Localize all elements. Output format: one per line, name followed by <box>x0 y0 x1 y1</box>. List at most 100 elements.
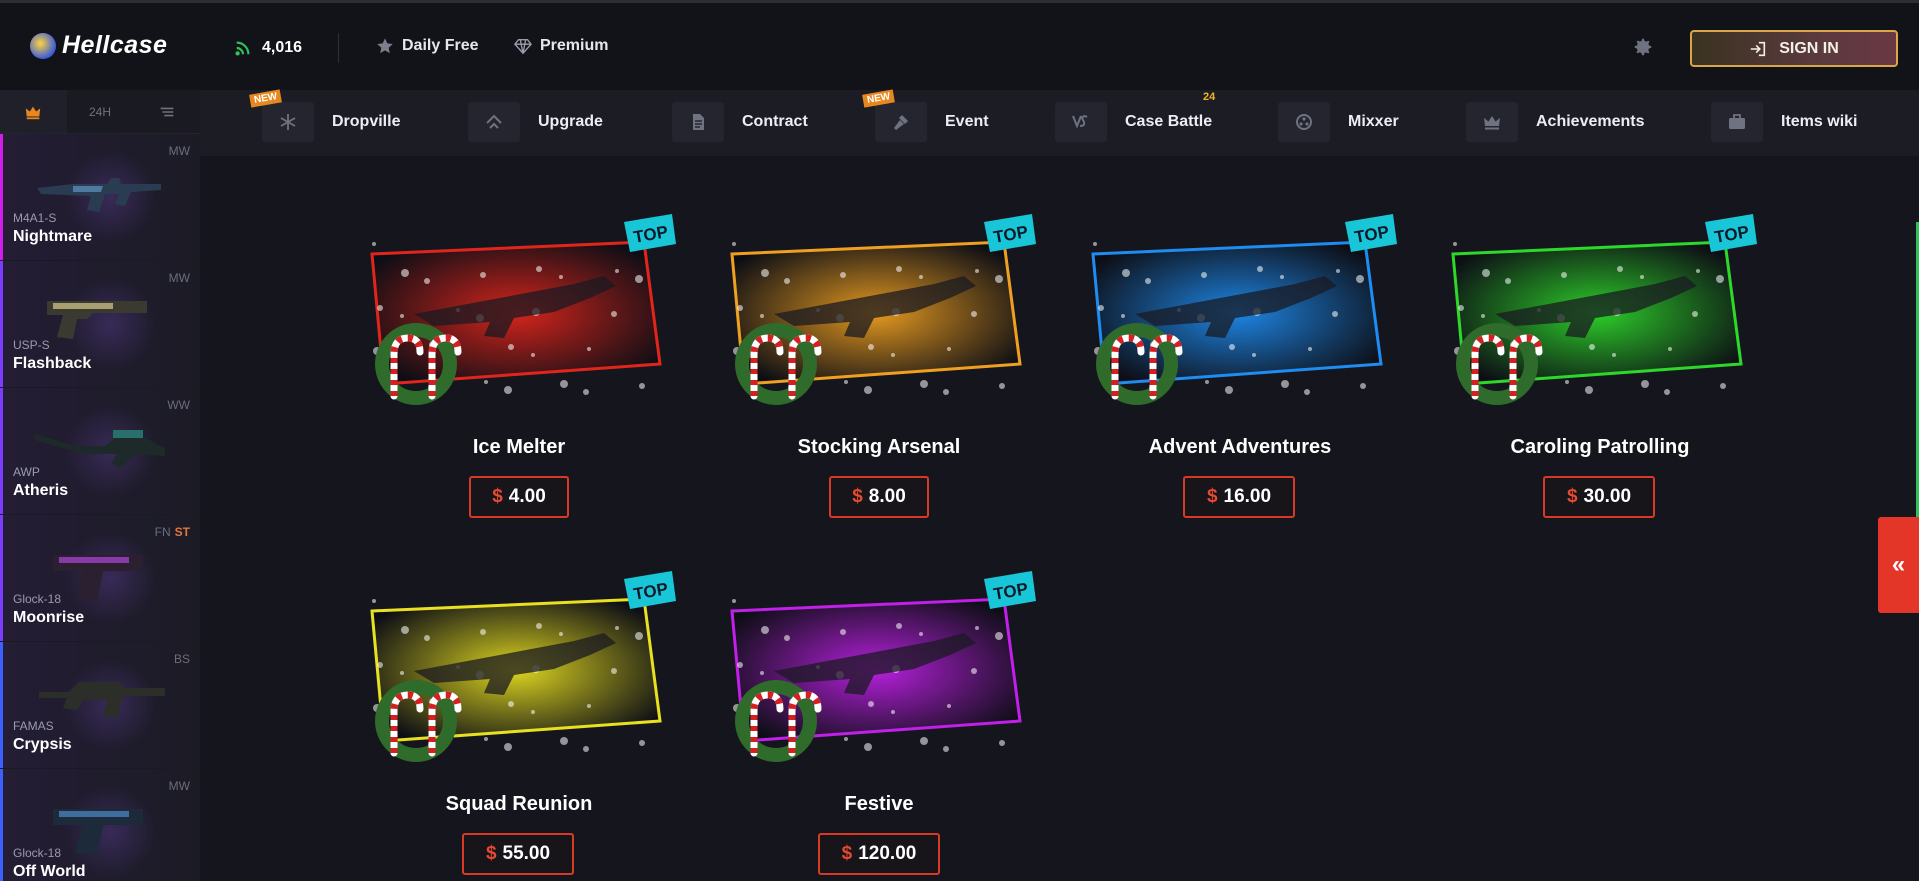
famas-weapon-image <box>39 682 165 718</box>
nav-item-achievements[interactable]: Achievements <box>1466 99 1645 145</box>
usps-weapon-image <box>47 301 147 339</box>
sparkle <box>1617 266 1623 272</box>
sparkle <box>372 242 376 246</box>
nav-icon-box <box>672 102 724 142</box>
sparkle <box>732 242 736 246</box>
currency-sign: $ <box>1206 486 1218 507</box>
nav-icon-box <box>1466 102 1518 142</box>
live-drop-item[interactable]: MW Glock-18 Off World <box>0 769 200 881</box>
hammer-icon <box>894 115 908 130</box>
case-title: Squad Reunion <box>445 793 593 815</box>
nav-label: Event <box>945 113 989 130</box>
drop-wear: MW <box>168 271 190 285</box>
case-price-button[interactable]: $8.00 <box>829 476 929 518</box>
live-drop-item[interactable]: FN ST Glock-18 Moonrise <box>0 515 200 641</box>
case-price-button[interactable]: $16.00 <box>1183 476 1295 518</box>
nav-label: Dropville <box>332 113 401 130</box>
sparkle <box>484 380 488 384</box>
case-image: TOP <box>370 214 676 405</box>
nav-label: Upgrade <box>538 113 603 130</box>
sparkle <box>1252 353 1256 357</box>
nav-item-upgrade[interactable]: Upgrade <box>468 99 603 145</box>
nav-item-items-wiki[interactable]: Items wiki <box>1711 99 1857 145</box>
drop-weapon-type: Glock-18 <box>13 592 62 606</box>
sparkle <box>999 740 1005 746</box>
live-drop-item[interactable]: WW AWP Atheris <box>0 388 200 514</box>
nav-item-event[interactable]: NEW Event <box>862 89 989 145</box>
case-card[interactable]: TOP Festive $120.00 <box>714 571 1044 881</box>
live-drop-item[interactable]: MW M4A1-S Nightmare <box>0 134 200 260</box>
price-value: 120.00 <box>858 843 917 864</box>
nav-label: Mixxer <box>1348 113 1399 130</box>
sparkle <box>891 710 895 714</box>
panel-collapse-button[interactable]: « <box>1878 517 1919 613</box>
tab-top-drops[interactable] <box>0 90 67 133</box>
sparkle <box>891 353 895 357</box>
sparkle <box>531 353 535 357</box>
gear-icon[interactable] <box>1632 36 1654 58</box>
feature-nav-bar: NEW Dropville Upgrade Contract NEW Event… <box>200 89 1919 156</box>
nav-item-mixxer[interactable]: Mixxer <box>1278 99 1399 145</box>
drop-skin-name: Crypsis <box>13 736 72 753</box>
nav-label: Items wiki <box>1781 113 1858 130</box>
nav-label: Case Battle <box>1125 113 1213 130</box>
sign-in-button[interactable]: SIGN IN <box>1690 30 1898 67</box>
sparkle <box>896 623 902 629</box>
sparkle <box>615 626 619 630</box>
case-price-button[interactable]: $120.00 <box>818 833 940 875</box>
premium-link[interactable]: Premium <box>514 37 608 55</box>
sparkle <box>1281 380 1289 388</box>
hellcase-logo[interactable]: Hellcase <box>30 31 167 60</box>
live-drop-item[interactable]: MW USP-S Flashback <box>0 261 200 387</box>
sparkle <box>536 266 542 272</box>
sparkle <box>1720 383 1726 389</box>
sparkle <box>920 737 928 745</box>
sparkle <box>919 275 923 279</box>
nav-item-case-battle[interactable]: Case Battle 24 <box>1055 91 1215 145</box>
sparkle <box>480 272 486 278</box>
sparkle <box>784 635 790 641</box>
sparkle <box>999 383 1005 389</box>
sparkle <box>1482 269 1490 277</box>
sparkle <box>1585 386 1593 394</box>
case-card[interactable]: TOP Squad Reunion $55.00 <box>354 571 684 881</box>
drop-weapon-type: FAMAS <box>13 719 54 733</box>
sparkle <box>536 623 542 629</box>
live-drops-sidebar: 24H MW M4A1-S Nightmare MW USP-S Flashba… <box>0 90 200 881</box>
currency-sign: $ <box>841 843 853 864</box>
drop-skin-name: Off World <box>13 863 86 880</box>
nav-item-contract[interactable]: Contract <box>672 99 808 145</box>
tab-24h-label: 24H <box>89 104 112 119</box>
case-price-button[interactable]: $4.00 <box>469 476 569 518</box>
sparkle <box>784 278 790 284</box>
awp-weapon-image <box>35 430 165 468</box>
nav-item-dropville[interactable]: NEW Dropville <box>249 89 401 145</box>
case-price-button[interactable]: $55.00 <box>462 833 574 875</box>
sparkle <box>868 344 874 350</box>
sparkle <box>611 668 617 674</box>
tab-all-drops[interactable] <box>133 90 200 133</box>
logo-text: Hellcase <box>62 31 168 59</box>
case-card[interactable]: TOP Advent Adventures $16.00 <box>1075 214 1405 534</box>
sparkle <box>504 386 512 394</box>
drop-wear: MW <box>168 144 190 158</box>
case-card[interactable]: TOP Ice Melter $4.00 <box>354 214 684 534</box>
sparkle <box>1201 272 1207 278</box>
drop-skin-name: Moonrise <box>13 609 85 626</box>
case-card[interactable]: TOP Stocking Arsenal $8.00 <box>714 214 1044 534</box>
battle-count-badge: 24 <box>1203 91 1216 103</box>
case-price-button[interactable]: $30.00 <box>1543 476 1655 518</box>
drop-wear: WW <box>167 398 190 412</box>
tab-24h[interactable]: 24H <box>67 90 134 133</box>
live-drop-item[interactable]: BS FAMAS Crypsis <box>0 642 200 768</box>
nav-label: Contract <box>742 113 808 130</box>
sparkle <box>896 266 902 272</box>
document-icon <box>693 114 704 130</box>
currency-sign: $ <box>485 843 497 864</box>
case-card[interactable]: TOP Caroling Patrolling $30.00 <box>1435 214 1765 534</box>
sparkle <box>583 746 589 752</box>
case-image: TOP <box>370 571 676 762</box>
price-value: 55.00 <box>502 843 551 864</box>
case-image: TOP <box>1091 214 1397 405</box>
daily-free-link[interactable]: Daily Free <box>376 37 478 55</box>
